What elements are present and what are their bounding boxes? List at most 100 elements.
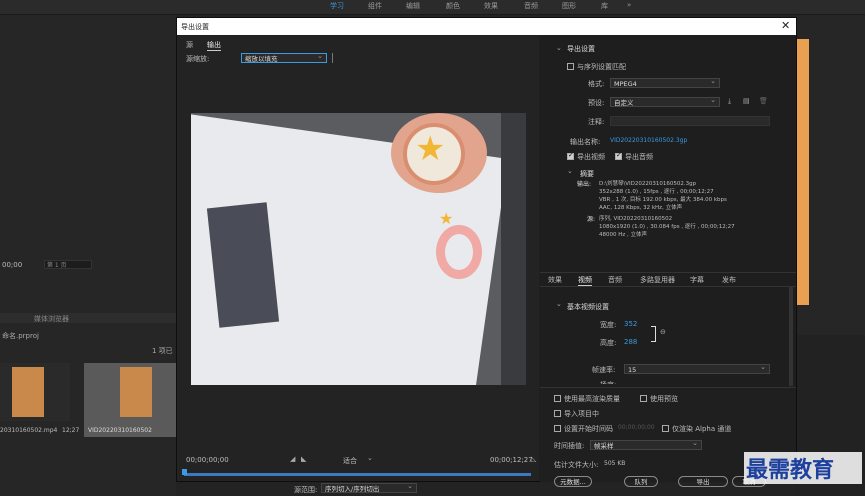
clip-thumbnail-1[interactable] xyxy=(0,363,70,421)
watermark-logo: 最需教育 xyxy=(746,457,835,483)
import-preset-icon[interactable]: ▤ xyxy=(743,97,750,105)
summary-output-line-2: 352x288 (1.0) , 15fps , 逐行 , 00;00;12;27 xyxy=(599,189,714,195)
width-value[interactable]: 352 xyxy=(624,320,637,328)
output-name-link[interactable]: VID20220310160502.3gp xyxy=(610,137,687,144)
summary-collapse-icon[interactable]: ⌄ xyxy=(567,167,573,175)
tab-multiplexer[interactable]: 多路复用器 xyxy=(640,275,675,285)
tab-output[interactable]: 输出 xyxy=(207,40,221,51)
chevron-right-icon[interactable]: » xyxy=(627,1,631,9)
start-tc-checkbox[interactable] xyxy=(554,425,561,432)
preview-pane: 源 输出 源缩放: 缩放以填充 ★ ★ 00;00;00;00 ◢ ◣ 适合 ⌄… xyxy=(177,36,539,494)
framerate-select[interactable]: 15 xyxy=(624,362,770,374)
export-button[interactable]: 导出 xyxy=(678,476,728,487)
use-preview-checkbox[interactable] xyxy=(640,395,647,402)
interp-select[interactable]: 帧采样 xyxy=(590,438,702,450)
comment-label: 注释: xyxy=(588,118,605,126)
timecode-end: 00;00;12;27 xyxy=(490,456,533,464)
export-video-label: 导出视频 xyxy=(577,153,605,161)
collapse-arrow-icon[interactable]: ⌄ xyxy=(556,44,562,52)
queue-button[interactable]: 队列 xyxy=(624,476,658,487)
export-audio-checkbox[interactable] xyxy=(615,151,622,160)
render-alpha-checkbox[interactable] xyxy=(662,425,669,432)
media-browser-tab[interactable]: 媒体浏览器 xyxy=(34,314,69,324)
save-preset-icon[interactable]: ⤓ xyxy=(728,97,731,106)
timecode-start: 00;00;00;00 xyxy=(186,456,229,464)
import-project-checkbox[interactable] xyxy=(554,410,561,417)
start-tc-value[interactable]: 00;00;00;00 xyxy=(618,424,655,431)
clip-thumbnail-2[interactable] xyxy=(84,363,176,437)
chevron-down-icon[interactable]: ⌄ xyxy=(367,454,373,462)
link-icon[interactable]: ⊖ xyxy=(660,328,666,336)
preset-select[interactable]: 自定义 xyxy=(610,95,720,107)
playhead[interactable] xyxy=(182,469,187,475)
tab-publish[interactable]: 发布 xyxy=(722,275,736,285)
mark-out-icon[interactable]: ◣ xyxy=(301,455,306,463)
summary-output-line-3: VBR , 1 次, 目标 192.00 kbps, 最大 384.00 kbp… xyxy=(599,197,727,203)
clip-image-2 xyxy=(120,367,152,417)
tab-audio[interactable]: 音频 xyxy=(608,275,622,285)
workspace-bar: 学习 组件 编辑 颜色 效果 音频 图形 库 » xyxy=(0,0,865,15)
right-panel-area xyxy=(795,15,865,496)
source-range-label: 源范围: xyxy=(294,486,318,494)
max-render-label: 使用最高渲染质量 xyxy=(564,395,620,403)
ws-tab-graphics[interactable]: 图形 xyxy=(562,1,576,11)
clip-name-2: VID20220310160502 xyxy=(88,427,152,434)
start-tc-label: 设置开始时间码 xyxy=(564,425,613,433)
ws-tab-assembly[interactable]: 组件 xyxy=(368,1,382,11)
framerate-label: 帧速率: xyxy=(592,366,616,374)
preview-image: ★ ★ xyxy=(191,113,526,385)
program-timecode: 00;00 xyxy=(2,261,23,269)
export-audio-label: 导出音频 xyxy=(625,153,653,161)
timeline-scrubber[interactable] xyxy=(184,473,531,476)
height-value[interactable]: 288 xyxy=(624,338,637,346)
photo-shadow xyxy=(501,113,526,385)
ws-tab-audio[interactable]: 音频 xyxy=(524,1,538,11)
ws-tab-edit[interactable]: 编辑 xyxy=(406,1,420,11)
fit-label[interactable]: 适合 xyxy=(343,456,357,466)
tab-effects[interactable]: 效果 xyxy=(548,275,562,285)
tab-source[interactable]: 源 xyxy=(186,40,193,50)
max-render-checkbox[interactable] xyxy=(554,395,561,402)
delete-preset-icon[interactable]: 🗑 xyxy=(759,97,768,105)
basic-video-collapse-icon[interactable]: ⌄ xyxy=(556,300,562,308)
ws-tab-color[interactable]: 颜色 xyxy=(446,1,460,11)
program-preview-edge xyxy=(795,39,809,305)
preset-label: 预设: xyxy=(588,99,605,107)
metadata-button[interactable]: 元数据... xyxy=(554,476,592,487)
scale-divider xyxy=(332,53,333,63)
summary-output-label: 输出: xyxy=(577,181,592,188)
source-scale-label: 源缩放: xyxy=(186,55,210,63)
source-scale-select[interactable]: 缩放以填充 xyxy=(241,51,327,63)
settings-scrollbar[interactable] xyxy=(789,286,793,386)
toy-ring xyxy=(436,225,482,279)
settings-pane: ⌄ 导出设置 与序列设置匹配 格式: MPEG4 预设: 自定义 ⤓ ▤ 🗑 注… xyxy=(540,36,796,487)
field-order-label: 场序: xyxy=(600,380,616,384)
mark-in-icon[interactable]: ◢ xyxy=(290,455,295,463)
tab-captions[interactable]: 字幕 xyxy=(690,275,704,285)
ws-tab-library[interactable]: 库 xyxy=(601,1,608,11)
format-select[interactable]: MPEG4 xyxy=(610,76,720,88)
summary-output-line-4: AAC, 128 Kbps, 32 kHz, 立体声 xyxy=(599,205,683,211)
source-range-select[interactable]: 序列切入/序列切出 xyxy=(321,481,417,493)
summary-source-line-3: 48000 Hz , 立体声 xyxy=(599,232,648,238)
summary-source-label: 源: xyxy=(587,216,596,223)
clip-image-1 xyxy=(12,367,44,417)
crop-icon[interactable]: ◺ xyxy=(531,455,536,463)
close-icon[interactable]: ✕ xyxy=(781,19,790,32)
ws-tab-learn[interactable]: 学习 xyxy=(330,1,344,11)
export-video-checkbox[interactable] xyxy=(567,151,574,160)
interp-label: 时间插值: xyxy=(554,442,585,450)
dialog-title: 导出设置 xyxy=(181,23,209,31)
match-sequence-checkbox[interactable] xyxy=(567,63,574,70)
use-preview-label: 使用预览 xyxy=(650,395,678,403)
summary-source-line-1: 序列, VID20220310160502 xyxy=(599,216,673,222)
project-name: 命名.prproj xyxy=(2,332,39,340)
ws-tab-effects[interactable]: 效果 xyxy=(484,1,498,11)
project-tabs: 媒体浏览器 xyxy=(0,313,176,323)
comment-input[interactable] xyxy=(610,116,770,126)
tab-video[interactable]: 视频 xyxy=(578,275,592,286)
project-panel-area: 00;00 第 1 页 媒体浏览器 命名.prproj 1 项已 2031016… xyxy=(0,15,176,496)
star-icon: ★ xyxy=(415,129,446,169)
zoom-select[interactable]: 第 1 页 xyxy=(44,260,92,269)
format-label: 格式: xyxy=(588,80,605,88)
